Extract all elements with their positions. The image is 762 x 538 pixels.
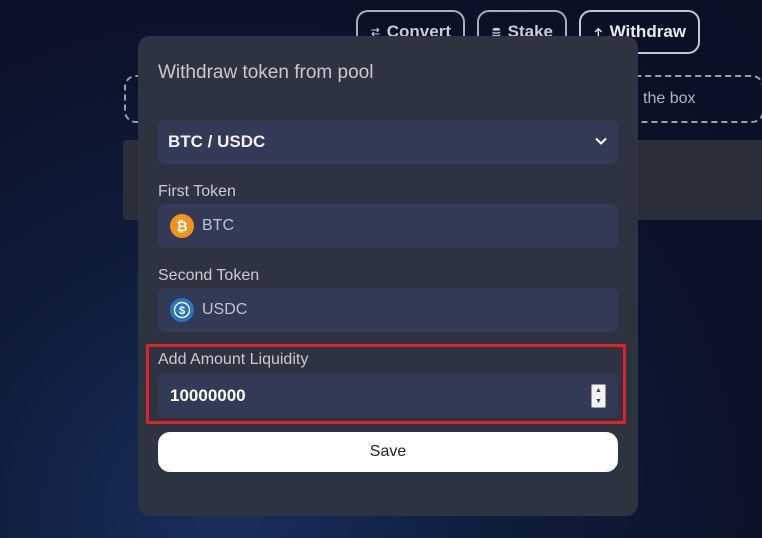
second-token-label: Second Token (158, 267, 260, 284)
chevron-down-icon (595, 137, 607, 145)
first-token-value: BTC (202, 217, 234, 234)
pair-select[interactable]: BTC / USDC (158, 120, 618, 164)
svg-text:$: $ (179, 305, 185, 317)
usdc-icon: $ (170, 298, 194, 322)
amount-label: Add Amount Liquidity (158, 351, 309, 368)
amount-field-wrapper: ▲ ▼ (158, 374, 618, 418)
amount-stepper[interactable]: ▲ ▼ (591, 384, 606, 408)
save-button[interactable]: Save (158, 432, 618, 472)
pair-select-value: BTC / USDC (168, 132, 266, 151)
stepper-up-icon[interactable]: ▲ (592, 385, 605, 396)
dropzone-text: the box (643, 90, 696, 107)
stepper-down-icon[interactable]: ▼ (592, 396, 605, 407)
second-token-field: $ USDC (158, 288, 618, 332)
second-token-value: USDC (202, 301, 248, 318)
first-token-field: ₿ BTC (158, 204, 618, 248)
modal-title: Withdraw token from pool (158, 62, 374, 83)
amount-input[interactable] (170, 386, 570, 406)
bitcoin-icon: ₿ (170, 214, 194, 238)
withdraw-modal: Withdraw token from pool BTC / USDC Firs… (138, 36, 638, 516)
first-token-label: First Token (158, 183, 236, 200)
